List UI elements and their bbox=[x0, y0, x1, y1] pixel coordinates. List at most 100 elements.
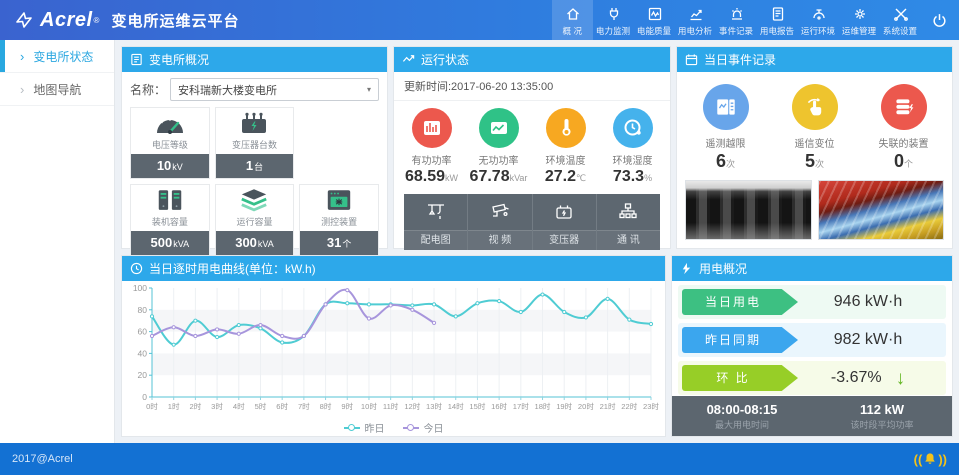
usage-row-today: 当日用电 946 kW·h bbox=[678, 285, 946, 319]
usage-row-label: 环 比 bbox=[682, 365, 798, 391]
reactive-power-icon bbox=[479, 108, 519, 148]
metric-ambient-humidity: 环境湿度 73.3% bbox=[599, 108, 666, 186]
svg-text:13时: 13时 bbox=[426, 401, 442, 411]
active-power-icon bbox=[412, 108, 452, 148]
logout-power-button[interactable] bbox=[921, 0, 957, 40]
stat-value: 10kV bbox=[131, 154, 209, 178]
nav-tab-usage-analysis[interactable]: 用电分析 bbox=[675, 0, 716, 40]
svg-text:0时: 0时 bbox=[146, 401, 158, 411]
usage-row-label: 当日用电 bbox=[682, 289, 798, 315]
nav-tab-ops-management[interactable]: 运维管理 bbox=[839, 0, 880, 40]
usage-row-ratio: 环 比 -3.67% ↓ bbox=[678, 361, 946, 395]
transformer-icon bbox=[237, 108, 271, 136]
panel-header: 当日事件记录 bbox=[677, 47, 952, 72]
shortcut-transformer[interactable]: 变压器 bbox=[533, 194, 597, 250]
server-stack-icon bbox=[881, 84, 927, 130]
nav-tab-event-log[interactable]: 事件记录 bbox=[716, 0, 757, 40]
acrel-logo-icon bbox=[14, 10, 34, 30]
today-series-marker bbox=[403, 427, 419, 429]
svg-text:8时: 8时 bbox=[320, 401, 332, 411]
svg-text:17时: 17时 bbox=[513, 401, 529, 411]
running-status-panel: 运行状态 更新时间:2017-06-20 13:35:00 有功功率 68.59… bbox=[393, 46, 671, 249]
panel-title: 当日事件记录 bbox=[704, 51, 776, 68]
substation-overview-panel: 变电所概况 名称： 安科瑞新大楼变电所 ▾ bbox=[121, 46, 388, 249]
usage-row-yesterday: 昨日同期 982 kW·h bbox=[678, 323, 946, 357]
transformer-box-icon bbox=[533, 194, 596, 230]
usage-row-value: 982 kW·h bbox=[798, 331, 938, 349]
peak-power-column: 112 kW 该时段平均功率 bbox=[812, 402, 952, 431]
svg-text:60: 60 bbox=[138, 327, 148, 337]
sidebar: › 变电所状态 › 地图导航 bbox=[0, 40, 115, 443]
gauge-icon bbox=[153, 108, 187, 136]
monitor-device-icon bbox=[325, 185, 353, 213]
svg-text:0: 0 bbox=[142, 392, 147, 402]
svg-text:20: 20 bbox=[138, 370, 148, 380]
clock-icon bbox=[130, 262, 143, 275]
status-arrows-icon bbox=[402, 53, 415, 66]
network-cables-photo bbox=[818, 180, 945, 240]
svg-text:100: 100 bbox=[133, 283, 147, 293]
svg-text:22时: 22时 bbox=[621, 401, 637, 411]
nav-tab-system-settings[interactable]: 系统设置 bbox=[880, 0, 921, 40]
nav-tab-overview[interactable]: 概 况 bbox=[552, 0, 593, 40]
chevron-right-icon: › bbox=[20, 50, 24, 63]
legend-today[interactable]: 今日 bbox=[403, 420, 444, 435]
nav-tab-usage-report[interactable]: 用电报告 bbox=[757, 0, 798, 40]
shortcut-video[interactable]: 视 频 bbox=[468, 194, 532, 250]
list-document-icon bbox=[130, 53, 143, 66]
svg-text:1时: 1时 bbox=[168, 401, 180, 411]
chart-body: 0204060801000时1时2时3时4时5时6时7时8时9时10时11时12… bbox=[122, 281, 665, 436]
sidebar-item-map-navigation[interactable]: › 地图导航 bbox=[0, 73, 114, 106]
shortcut-distribution-diagram[interactable]: 配电图 bbox=[404, 194, 468, 250]
legend-yesterday[interactable]: 昨日 bbox=[344, 420, 385, 435]
svg-text:21时: 21时 bbox=[600, 401, 616, 411]
svg-text:11时: 11时 bbox=[383, 401, 399, 411]
circuit-diagram-icon bbox=[404, 194, 467, 230]
peak-time-column: 08:00-08:15 最大用电时间 bbox=[672, 402, 812, 431]
home-icon bbox=[565, 6, 581, 22]
logo-text: Acrel bbox=[40, 9, 93, 32]
main-nav: 概 况 电力监测 电能质量 用电分析 事件记录 用电报告 bbox=[552, 0, 921, 40]
nav-tab-environment[interactable]: 运行环境 bbox=[798, 0, 839, 40]
stat-card-transformer-count: 变压器台数 1台 bbox=[215, 107, 295, 179]
overview-stat-cards: 电压等级 10kV 变压器台数 1台 bbox=[122, 107, 387, 263]
station-select[interactable]: 安科瑞新大楼变电所 ▾ bbox=[170, 78, 379, 101]
alarm-bell-button[interactable]: (( )) bbox=[914, 452, 947, 467]
svg-text:19时: 19时 bbox=[556, 401, 572, 411]
layers-icon bbox=[239, 185, 269, 213]
brand-area: Acrel® 变电所运维云平台 bbox=[0, 0, 253, 40]
stat-card-voltage-level: 电压等级 10kV bbox=[130, 107, 210, 179]
panel-header: 当日逐时用电曲线(单位：kW.h) bbox=[122, 256, 665, 281]
svg-text:2时: 2时 bbox=[189, 401, 201, 411]
footer-bar: 2017@Acrel (( )) bbox=[0, 443, 959, 475]
nav-tab-power-monitoring[interactable]: 电力监测 bbox=[593, 0, 634, 40]
down-arrow-icon: ↓ bbox=[896, 369, 906, 388]
station-select-row: 名称： 安科瑞新大楼变电所 ▾ bbox=[122, 72, 387, 107]
svg-text:7时: 7时 bbox=[298, 401, 310, 411]
signal-change-hand-icon bbox=[792, 84, 838, 130]
bell-icon bbox=[923, 452, 937, 466]
svg-text:10时: 10时 bbox=[361, 401, 377, 411]
panel-header: 运行状态 bbox=[394, 47, 670, 72]
svg-text:20时: 20时 bbox=[578, 401, 594, 411]
svg-text:16时: 16时 bbox=[491, 401, 507, 411]
svg-text:23时: 23时 bbox=[643, 401, 659, 411]
thermometer-icon bbox=[546, 108, 586, 148]
site-photos bbox=[685, 180, 944, 240]
shortcut-communication[interactable]: 通 讯 bbox=[597, 194, 660, 250]
daily-events-panel: 当日事件记录 遥测越限 6次 bbox=[676, 46, 953, 249]
panel-header: 变电所概况 bbox=[122, 47, 387, 72]
sidebar-item-substation-status[interactable]: › 变电所状态 bbox=[0, 40, 114, 73]
page-body: › 变电所状态 › 地图导航 变电所概况 名称： bbox=[0, 40, 959, 443]
humidity-gauge-icon bbox=[613, 108, 653, 148]
metric-reactive-power: 无功功率 67.78kVar bbox=[465, 108, 532, 186]
left-parens: (( bbox=[914, 452, 923, 467]
calendar-icon bbox=[685, 53, 698, 66]
peak-usage-summary: 08:00-08:15 最大用电时间 112 kW 该时段平均功率 bbox=[672, 396, 952, 436]
hourly-usage-chart-panel: 当日逐时用电曲线(单位：kW.h) 0204060801000时1时2时3时4时… bbox=[121, 255, 666, 437]
metric-ambient-temperature: 环境温度 27.2℃ bbox=[532, 108, 599, 186]
nav-tab-power-quality[interactable]: 电能质量 bbox=[634, 0, 675, 40]
stat-card-installed-capacity: 装机容量 500kVA bbox=[130, 184, 210, 256]
svg-text:5时: 5时 bbox=[255, 401, 267, 411]
stat-card-running-capacity: 运行容量 300kVA bbox=[215, 184, 295, 256]
